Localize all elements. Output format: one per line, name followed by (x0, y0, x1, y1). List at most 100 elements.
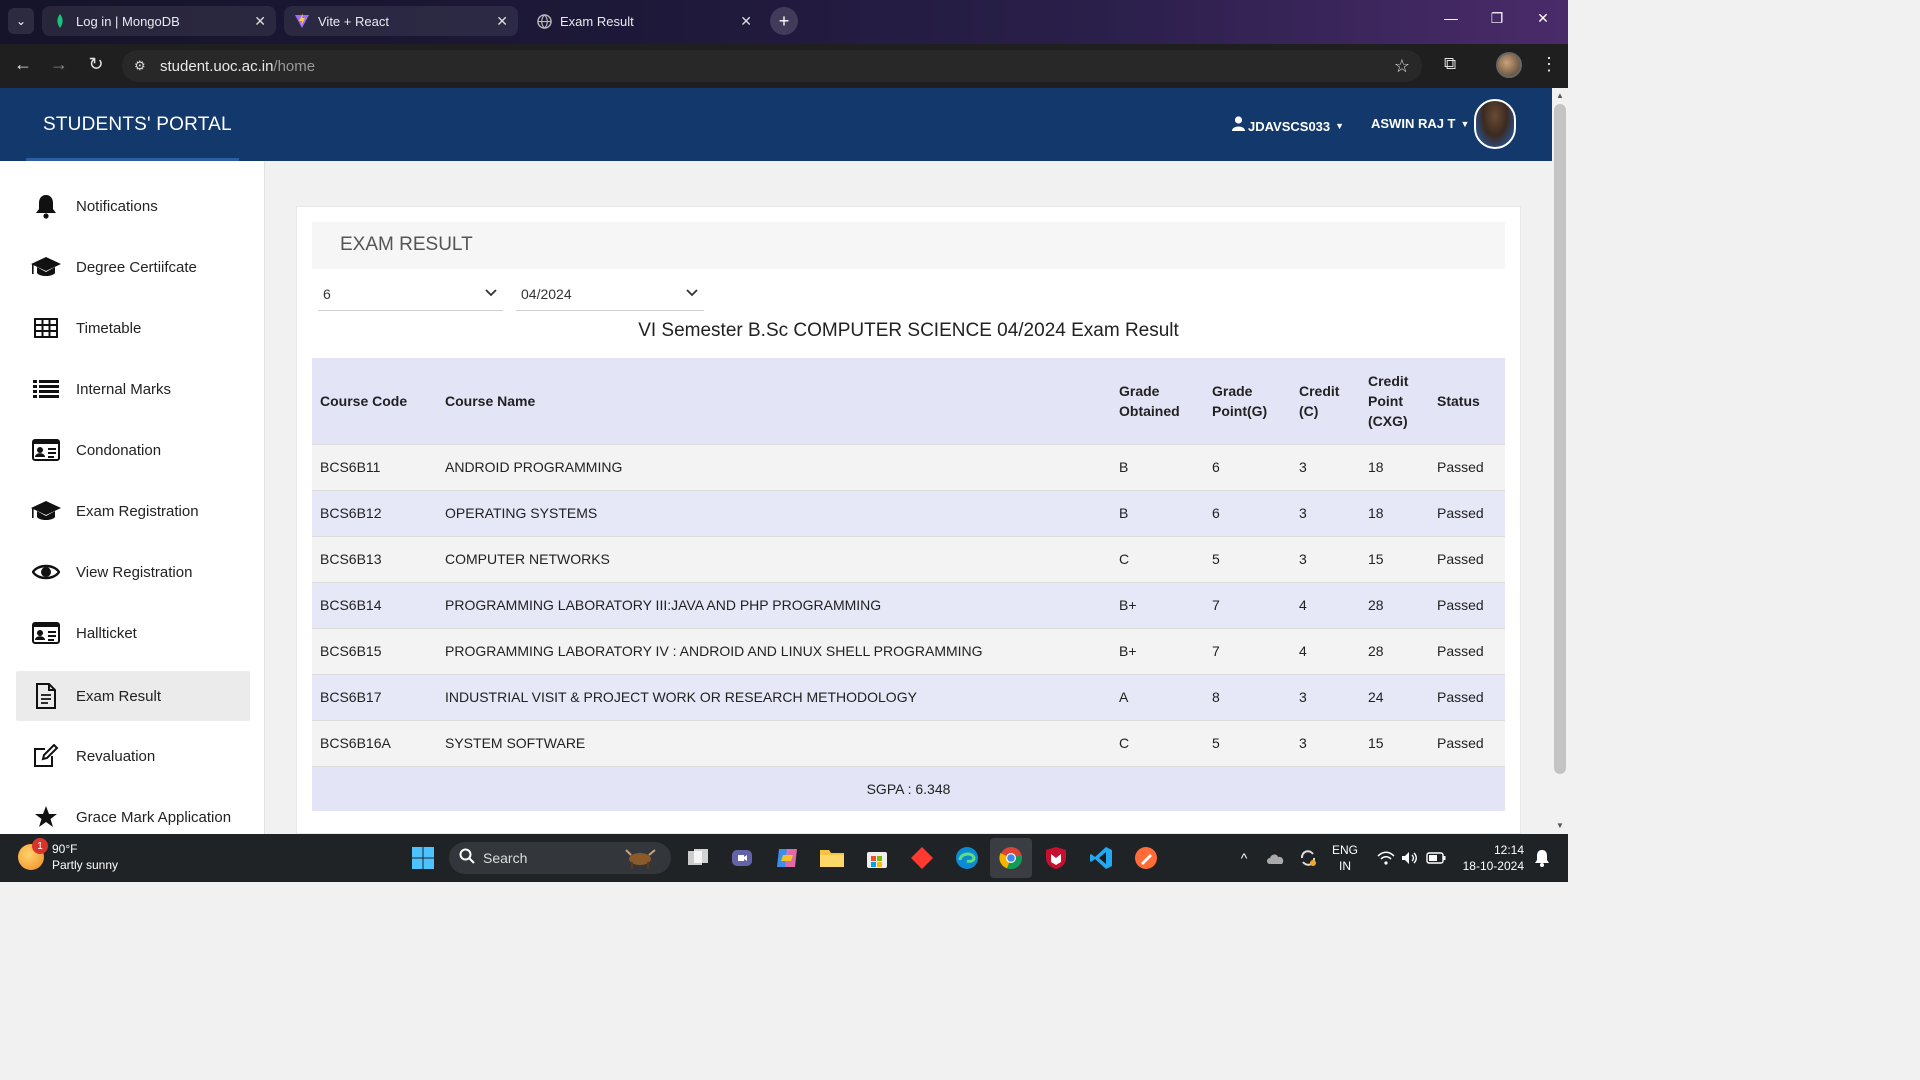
cell-status: Passed (1429, 673, 1505, 720)
vscode-icon[interactable] (1087, 844, 1115, 872)
language-indicator[interactable]: ENG IN (1332, 842, 1358, 874)
browser-toolbar: ← → ↻ ⚙ student.uoc.ac.in/home ☆ ⧉ ⋮ (0, 44, 1568, 88)
taskbar-search[interactable]: Search (449, 842, 671, 874)
cell-credit: 3 (1291, 673, 1360, 720)
meet-icon[interactable] (728, 844, 756, 872)
caret-down-icon: ▼ (1335, 121, 1345, 131)
sidebar-item-label: Timetable (76, 319, 142, 337)
close-icon[interactable]: ✕ (496, 13, 508, 30)
exam-result-card: EXAM RESULT 6 04/2024 VI Semester B.Sc C… (296, 206, 1521, 834)
portal-brand[interactable]: STUDENTS' PORTAL (43, 114, 232, 136)
semester-select[interactable]: 6 (318, 277, 503, 311)
bookmark-star-icon[interactable]: ☆ (1394, 56, 1410, 77)
sidebar-item-grace-mark-application[interactable]: Grace Mark Application (16, 792, 250, 834)
column-header-credit-point: Credit Point (CXG) (1360, 358, 1429, 444)
weather-widget[interactable]: 1 90°F Partly sunny (18, 838, 118, 873)
onedrive-icon[interactable] (1262, 844, 1290, 872)
tab-mongodb[interactable]: Log in | MongoDB ✕ (42, 6, 276, 36)
sidebar-item-view-registration[interactable]: View Registration (16, 547, 250, 597)
extensions-icon[interactable]: ⧉ (1444, 54, 1456, 74)
new-tab-button[interactable]: + (770, 7, 798, 35)
weather-desc: Partly sunny (52, 858, 119, 872)
window-close-icon[interactable]: ✕ (1528, 10, 1558, 27)
file-explorer-icon[interactable] (818, 844, 846, 872)
table-row: BCS6B13 COMPUTER NETWORKS C 5 3 15 Passe… (312, 535, 1505, 582)
user-id-dropdown[interactable]: JDAVSCS033 ▼ (1232, 116, 1344, 136)
edge-icon[interactable] (953, 844, 981, 872)
close-icon[interactable]: ✕ (254, 13, 266, 30)
user-avatar[interactable] (1474, 99, 1516, 149)
cell-grade: B+ (1111, 627, 1204, 674)
profile-avatar[interactable] (1496, 52, 1522, 78)
cell-status: Passed (1429, 443, 1505, 490)
sgpa-row: SGPA : 6.348 (312, 765, 1505, 811)
clock[interactable]: 12:14 18-10-2024 (1458, 842, 1524, 874)
site-settings-icon[interactable]: ⚙ (134, 58, 146, 74)
sidebar-item-hallticket[interactable]: Hallticket (16, 608, 250, 658)
sidebar-item-label: Hallticket (76, 624, 137, 642)
scrollbar-thumb[interactable] (1554, 104, 1566, 774)
cell-course-code: BCS6B17 (312, 673, 437, 720)
notification-badge: 1 (32, 838, 48, 854)
cell-credit: 3 (1291, 719, 1360, 766)
postman-icon[interactable] (1132, 844, 1160, 872)
chevron-up-icon[interactable]: ^ (1230, 844, 1258, 872)
user-name-dropdown[interactable]: ASWIN RAJ T ▼ (1371, 116, 1469, 131)
chrome-icon[interactable] (997, 844, 1025, 872)
notifications-bell-icon[interactable] (1528, 844, 1556, 872)
weather-text: 90°F Partly sunny (52, 841, 118, 873)
page-scrollbar[interactable]: ▲ ▼ (1552, 88, 1568, 834)
id-card-icon (16, 622, 76, 644)
address-bar[interactable]: ⚙ student.uoc.ac.in/home ☆ (122, 50, 1422, 82)
cell-grade-point: 6 (1204, 489, 1291, 536)
scroll-down-icon[interactable]: ▼ (1556, 821, 1564, 830)
app-diamond-icon[interactable] (908, 844, 936, 872)
battery-icon[interactable] (1422, 844, 1450, 872)
tab-exam-result[interactable]: Exam Result ✕ (526, 6, 762, 36)
sidebar-item-notifications[interactable]: Notifications (16, 181, 250, 231)
tab-title: Exam Result (560, 13, 634, 29)
search-icon (459, 848, 475, 869)
sidebar-item-internal-marks[interactable]: Internal Marks (16, 364, 250, 414)
user-id: JDAVSCS033 (1248, 118, 1331, 134)
copilot-icon[interactable] (773, 844, 801, 872)
minimize-icon[interactable]: — (1436, 10, 1466, 26)
clock-time: 12:14 (1493, 843, 1524, 857)
sidebar-item-exam-registration[interactable]: Exam Registration (16, 486, 250, 536)
taskbar: 1 90°F Partly sunny Search ^ ENG IN 12:1… (0, 834, 1568, 882)
cell-credit: 3 (1291, 443, 1360, 490)
reload-icon[interactable]: ↻ (83, 54, 109, 75)
back-icon[interactable]: ← (10, 54, 36, 75)
scroll-up-icon[interactable]: ▲ (1556, 91, 1564, 100)
mcafee-icon[interactable] (1042, 844, 1070, 872)
cell-grade-point: 7 (1204, 627, 1291, 674)
sidebar-item-exam-result[interactable]: Exam Result (16, 671, 250, 721)
sync-icon[interactable] (1294, 844, 1322, 872)
browser-menu-icon[interactable]: ⋮ (1540, 54, 1558, 75)
close-icon[interactable]: ✕ (740, 13, 752, 30)
tab-vite[interactable]: Vite + React ✕ (284, 6, 518, 36)
forward-icon[interactable]: → (46, 54, 72, 75)
sidebar-item-condonation[interactable]: Condonation (16, 425, 250, 475)
sidebar-item-label: Notifications (76, 197, 158, 215)
sidebar-item-degree-certificate[interactable]: Degree Certiifcate (16, 242, 250, 292)
tab-search-chevron-icon[interactable]: ⌄ (8, 8, 34, 34)
task-view-icon[interactable] (684, 844, 712, 872)
table-icon (16, 318, 76, 338)
cell-grade-point: 5 (1204, 535, 1291, 582)
volume-icon[interactable] (1396, 844, 1424, 872)
cell-grade-point: 7 (1204, 581, 1291, 628)
url-path: /home (273, 58, 316, 75)
cell-credit: 3 (1291, 489, 1360, 536)
page-title: EXAM RESULT (340, 234, 473, 255)
column-header-course-code: Course Code (312, 358, 437, 444)
windows-start-icon[interactable] (409, 844, 437, 872)
restore-icon[interactable]: ❐ (1482, 10, 1512, 27)
sidebar-item-revaluation[interactable]: Revaluation (16, 731, 250, 781)
sidebar: Notifications Degree Certiifcate Timetab… (0, 161, 265, 834)
sidebar-item-label: Degree Certiifcate (76, 258, 197, 276)
sidebar-item-timetable[interactable]: Timetable (16, 303, 250, 353)
table-row: BCS6B12 OPERATING SYSTEMS B 6 3 18 Passe… (312, 489, 1505, 536)
microsoft-store-icon[interactable] (863, 844, 891, 872)
exam-session-select[interactable]: 04/2024 (516, 277, 704, 311)
